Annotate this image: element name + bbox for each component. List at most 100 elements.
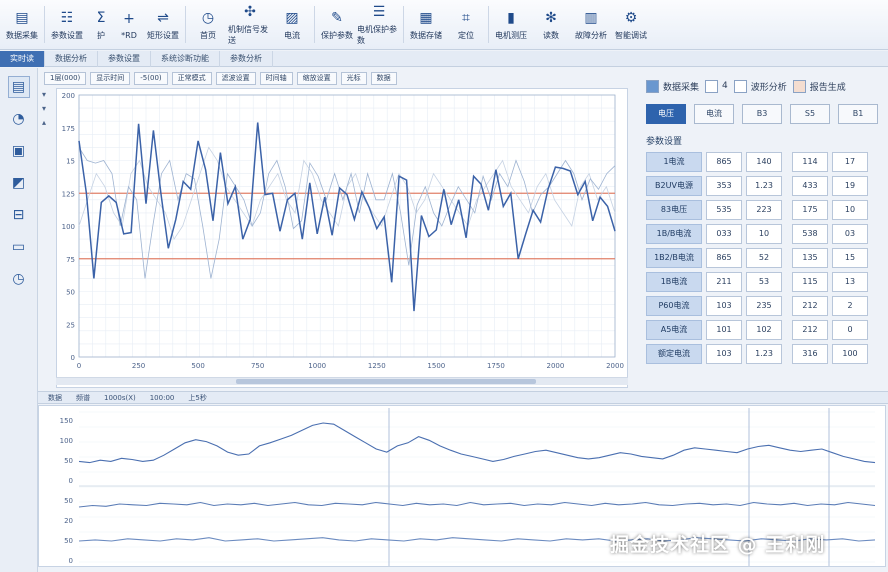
param-value-field[interactable]: 140 bbox=[746, 152, 782, 172]
legend-item[interactable]: 4 bbox=[705, 79, 728, 93]
tab-3[interactable]: 系统诊断功能 bbox=[151, 51, 220, 67]
param-value-field[interactable]: 10 bbox=[746, 224, 782, 244]
param-value-field[interactable]: 316 bbox=[792, 344, 828, 364]
ribbon-button-8[interactable]: ✎ 保护参数 bbox=[317, 0, 357, 49]
chart-horizontal-scrollbar[interactable] bbox=[56, 377, 628, 385]
param-value-field[interactable]: 1.23 bbox=[746, 344, 782, 364]
param-value-field[interactable]: 865 bbox=[706, 248, 742, 268]
param-name[interactable]: 额定电流 bbox=[646, 344, 702, 364]
ribbon-button-3[interactable]: + *RD bbox=[115, 0, 143, 49]
param-value-field[interactable]: 0 bbox=[832, 320, 868, 340]
caret-down-icon[interactable]: ▾ bbox=[42, 90, 52, 100]
param-value-field[interactable]: 17 bbox=[832, 152, 868, 172]
report-icon[interactable]: ▭ bbox=[8, 236, 30, 258]
ribbon-button-7[interactable]: ▨ 电流 bbox=[272, 0, 312, 49]
chart-toolbar-button-7[interactable]: 光标 bbox=[340, 71, 367, 85]
ribbon-button-10[interactable]: ▦ 数据存储 bbox=[406, 0, 446, 49]
param-value-field[interactable]: 212 bbox=[792, 296, 828, 316]
ribbon-button-4[interactable]: ⇌ 矩形设置 bbox=[143, 0, 183, 49]
chart-toolbar-button-4[interactable]: 滤波设置 bbox=[215, 71, 256, 85]
ribbon-button-5[interactable]: ◷ 首页 bbox=[188, 0, 228, 49]
param-value-field[interactable]: 03 bbox=[832, 224, 868, 244]
param-value-field[interactable]: 223 bbox=[746, 200, 782, 220]
chart-toolbar-button-6[interactable]: 缩放设置 bbox=[296, 71, 337, 85]
mode-button-2[interactable]: B3 bbox=[742, 104, 782, 124]
param-value-field[interactable]: 353 bbox=[706, 176, 742, 196]
ribbon-button-0[interactable]: ▤ 数据采集 bbox=[2, 0, 42, 49]
bottom-header-item-3[interactable]: 100:00 bbox=[150, 392, 175, 403]
param-name[interactable]: 1电流 bbox=[646, 152, 702, 172]
tab-4[interactable]: 参数分析 bbox=[220, 51, 273, 67]
caret-down-icon[interactable]: ▾ bbox=[42, 104, 52, 114]
ribbon-button-6[interactable]: ✣ 机制信号发送 bbox=[228, 0, 272, 49]
timer-icon[interactable]: ◷ bbox=[8, 268, 30, 290]
tab-2[interactable]: 参数设置 bbox=[98, 51, 151, 67]
legend-item[interactable]: 波形分析 bbox=[733, 79, 787, 93]
param-value-field[interactable]: 211 bbox=[706, 272, 742, 292]
param-value-field[interactable]: 53 bbox=[746, 272, 782, 292]
ribbon-button-15[interactable]: ⚙ 智能调试 bbox=[611, 0, 651, 49]
mode-button-4[interactable]: B1 bbox=[838, 104, 878, 124]
trend-icon[interactable]: ◩ bbox=[8, 172, 30, 194]
chart-toolbar-button-0[interactable]: 1层(000) bbox=[44, 71, 87, 85]
chart-view-icon[interactable]: ▤ bbox=[7, 76, 30, 98]
mode-button-3[interactable]: S5 bbox=[790, 104, 830, 124]
param-name[interactable]: A5电流 bbox=[646, 320, 702, 340]
param-value-field[interactable]: 135 bbox=[792, 248, 828, 268]
tab-1[interactable]: 数据分析 bbox=[45, 51, 98, 67]
chart-toolbar-button-8[interactable]: 数据 bbox=[370, 71, 397, 85]
param-value-field[interactable]: 212 bbox=[792, 320, 828, 340]
param-value-field[interactable]: 865 bbox=[706, 152, 742, 172]
chart-toolbar-button-5[interactable]: 时间轴 bbox=[259, 71, 293, 85]
param-value-field[interactable]: 15 bbox=[832, 248, 868, 268]
param-value-field[interactable]: 538 bbox=[792, 224, 828, 244]
chart-toolbar-button-3[interactable]: 正常模式 bbox=[171, 71, 212, 85]
legend-item[interactable]: 报告生成 bbox=[792, 79, 846, 93]
ribbon-button-14[interactable]: ▥ 故障分析 bbox=[571, 0, 611, 49]
param-value-field[interactable]: 100 bbox=[832, 344, 868, 364]
chart-toolbar-button-1[interactable]: 显示时间 bbox=[90, 71, 131, 85]
param-value-field[interactable]: 033 bbox=[706, 224, 742, 244]
param-value-field[interactable]: 535 bbox=[706, 200, 742, 220]
tab-0[interactable]: 实时读 bbox=[0, 51, 45, 67]
caret-up-icon[interactable]: ▴ bbox=[42, 118, 52, 128]
bottom-header-item-0[interactable]: 数据 bbox=[48, 392, 62, 403]
ribbon-button-12[interactable]: ▮ 电机测压 bbox=[491, 0, 531, 49]
ribbon-button-11[interactable]: ⌗ 定位 bbox=[446, 0, 486, 49]
filter-icon[interactable]: ⊟ bbox=[8, 204, 30, 226]
bottom-header-item-1[interactable]: 频谱 bbox=[76, 392, 90, 403]
ribbon-button-13[interactable]: ✻ 读数 bbox=[531, 0, 571, 49]
analysis-icon[interactable]: ◔ bbox=[8, 108, 30, 130]
param-name[interactable]: 1B2/B电流 bbox=[646, 248, 702, 268]
scrollbar-thumb[interactable] bbox=[236, 379, 536, 384]
param-value-field[interactable]: 19 bbox=[832, 176, 868, 196]
mode-button-1[interactable]: 电流 bbox=[694, 104, 734, 124]
param-name[interactable]: B2UV电源 bbox=[646, 176, 702, 196]
param-value-field[interactable]: 1.23 bbox=[746, 176, 782, 196]
param-value-field[interactable]: 103 bbox=[706, 344, 742, 364]
ribbon-button-9[interactable]: ☰ 电机保护参数 bbox=[357, 0, 401, 49]
param-value-field[interactable]: 102 bbox=[746, 320, 782, 340]
param-value-field[interactable]: 13 bbox=[832, 272, 868, 292]
ribbon-button-1[interactable]: ☷ 参数设置 bbox=[47, 0, 87, 49]
bottom-header-item-4[interactable]: 上5秒 bbox=[188, 392, 206, 403]
param-name[interactable]: 1B电流 bbox=[646, 272, 702, 292]
main-waveform-chart[interactable]: 200 175 15 125 100 75 50 25 0 0 250 500 750 1000 1250 1… bbox=[56, 88, 628, 388]
param-value-field[interactable]: 10 bbox=[832, 200, 868, 220]
param-name[interactable]: 1B/B电流 bbox=[646, 224, 702, 244]
toolbox-icon[interactable]: ▣ bbox=[8, 140, 30, 162]
param-value-field[interactable]: 175 bbox=[792, 200, 828, 220]
param-value-field[interactable]: 433 bbox=[792, 176, 828, 196]
param-name[interactable]: P60电流 bbox=[646, 296, 702, 316]
param-value-field[interactable]: 52 bbox=[746, 248, 782, 268]
chart-toolbar-button-2[interactable]: -5(00) bbox=[134, 71, 168, 85]
param-name[interactable]: 83电压 bbox=[646, 200, 702, 220]
param-value-field[interactable]: 114 bbox=[792, 152, 828, 172]
legend-item[interactable]: 数据采集 bbox=[646, 79, 699, 93]
param-value-field[interactable]: 115 bbox=[792, 272, 828, 292]
param-value-field[interactable]: 2 bbox=[832, 296, 868, 316]
param-value-field[interactable]: 101 bbox=[706, 320, 742, 340]
param-value-field[interactable]: 235 bbox=[746, 296, 782, 316]
ribbon-button-2[interactable]: Σ护 bbox=[87, 0, 115, 49]
bottom-header-item-2[interactable]: 1000s(X) bbox=[104, 392, 136, 403]
